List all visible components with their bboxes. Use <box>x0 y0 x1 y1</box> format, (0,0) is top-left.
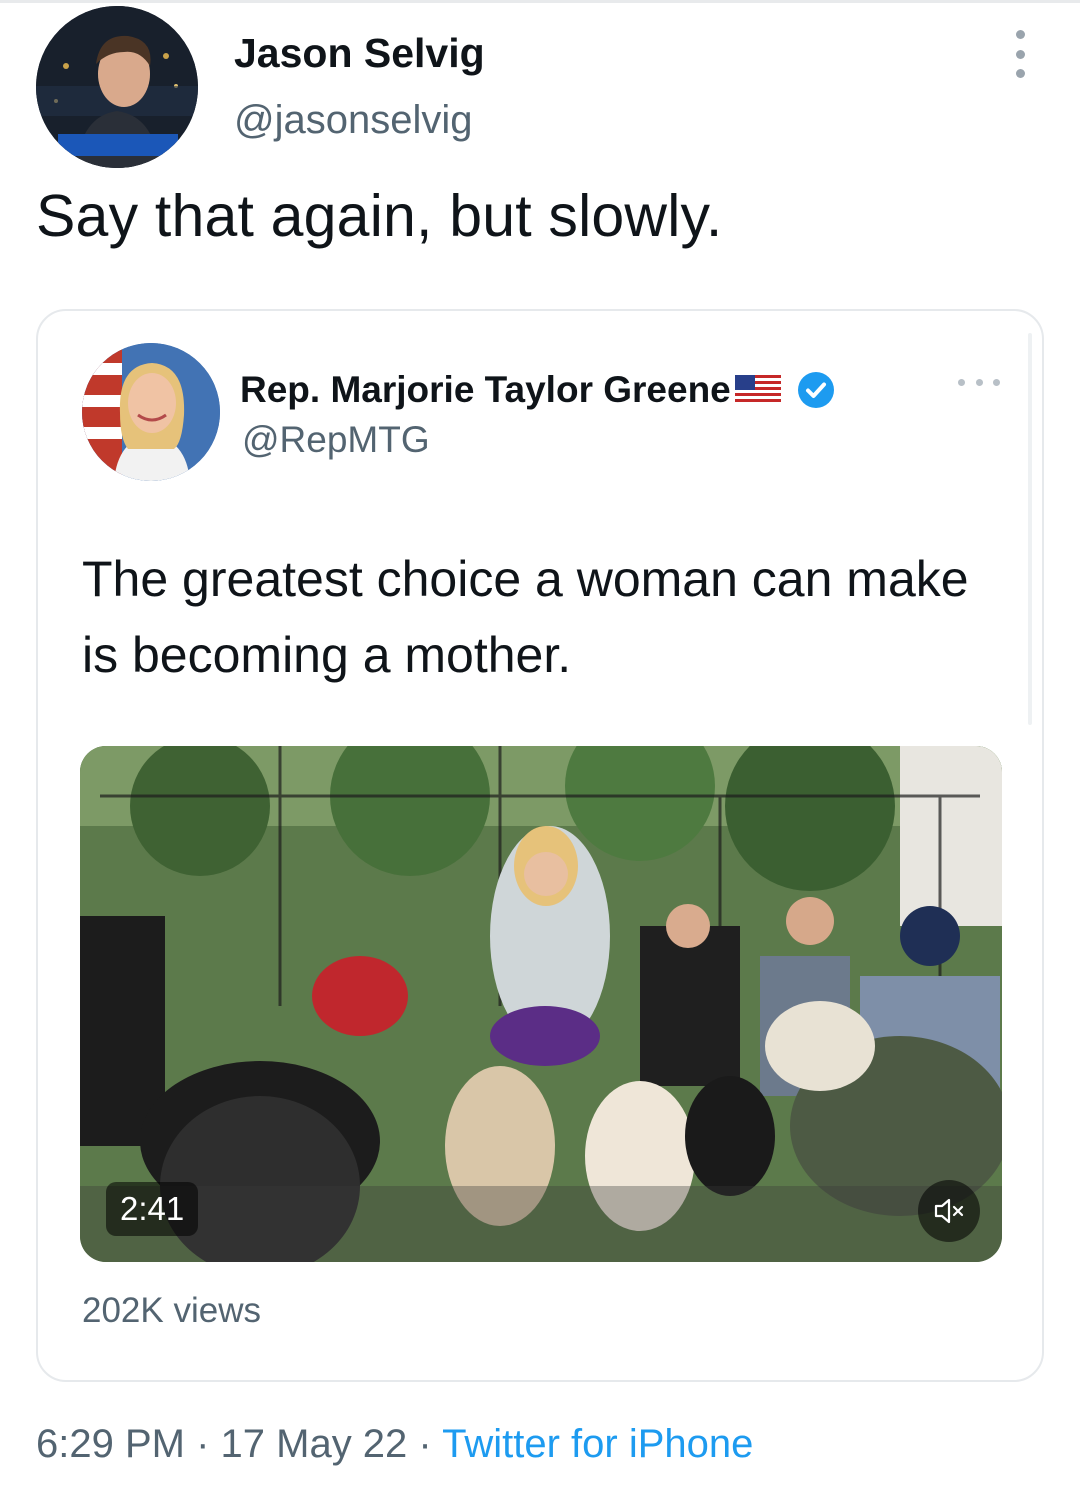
quoted-more-options-icon[interactable] <box>958 375 1000 389</box>
tweet-source-link[interactable]: Twitter for iPhone <box>442 1422 753 1466</box>
tweet-time[interactable]: 6:29 PM <box>36 1422 185 1466</box>
quoted-tweet-text: The greatest choice a woman can make is … <box>82 551 969 683</box>
dot <box>975 378 983 386</box>
top-divider <box>0 0 1080 3</box>
dot <box>1015 69 1025 78</box>
more-options-icon[interactable] <box>1004 30 1036 78</box>
quoted-author-name-text: Rep. Marjorie Taylor Greene <box>240 369 731 410</box>
us-flag-icon <box>734 375 781 405</box>
separator: · <box>407 1422 443 1466</box>
author-avatar-image <box>36 6 198 168</box>
dot <box>1015 49 1025 59</box>
quoted-author-name[interactable]: Rep. Marjorie Taylor Greene <box>240 369 835 411</box>
view-count: 202K views <box>82 1291 261 1330</box>
tweet-metadata: 6:29 PM · 17 May 22 · Twitter for iPhone <box>36 1422 753 1467</box>
tweet-text: Say that again, but slowly. <box>36 183 723 249</box>
quoted-author-avatar-image <box>82 343 220 481</box>
quoted-tweet-card[interactable]: Rep. Marjorie Taylor Greene @RepMTG The … <box>36 309 1044 1382</box>
author-name[interactable]: Jason Selvig <box>234 30 485 77</box>
author-avatar[interactable] <box>36 6 198 168</box>
muted-speaker-icon[interactable] <box>918 1180 980 1242</box>
quoted-author-avatar[interactable] <box>82 343 220 481</box>
verified-badge-icon <box>797 371 835 409</box>
author-handle[interactable]: @jasonselvig <box>234 98 473 143</box>
quoted-author-handle[interactable]: @RepMTG <box>242 419 430 461</box>
video-duration: 2:41 <box>106 1182 199 1236</box>
dot <box>1015 30 1025 39</box>
scrollbar <box>1028 333 1032 725</box>
video-player[interactable]: 2:41 <box>80 746 1002 1262</box>
dot <box>993 378 1000 386</box>
dot <box>958 378 965 386</box>
tweet-date[interactable]: 17 May 22 <box>221 1422 408 1466</box>
separator: · <box>184 1422 221 1466</box>
video-thumbnail <box>80 746 1002 1262</box>
